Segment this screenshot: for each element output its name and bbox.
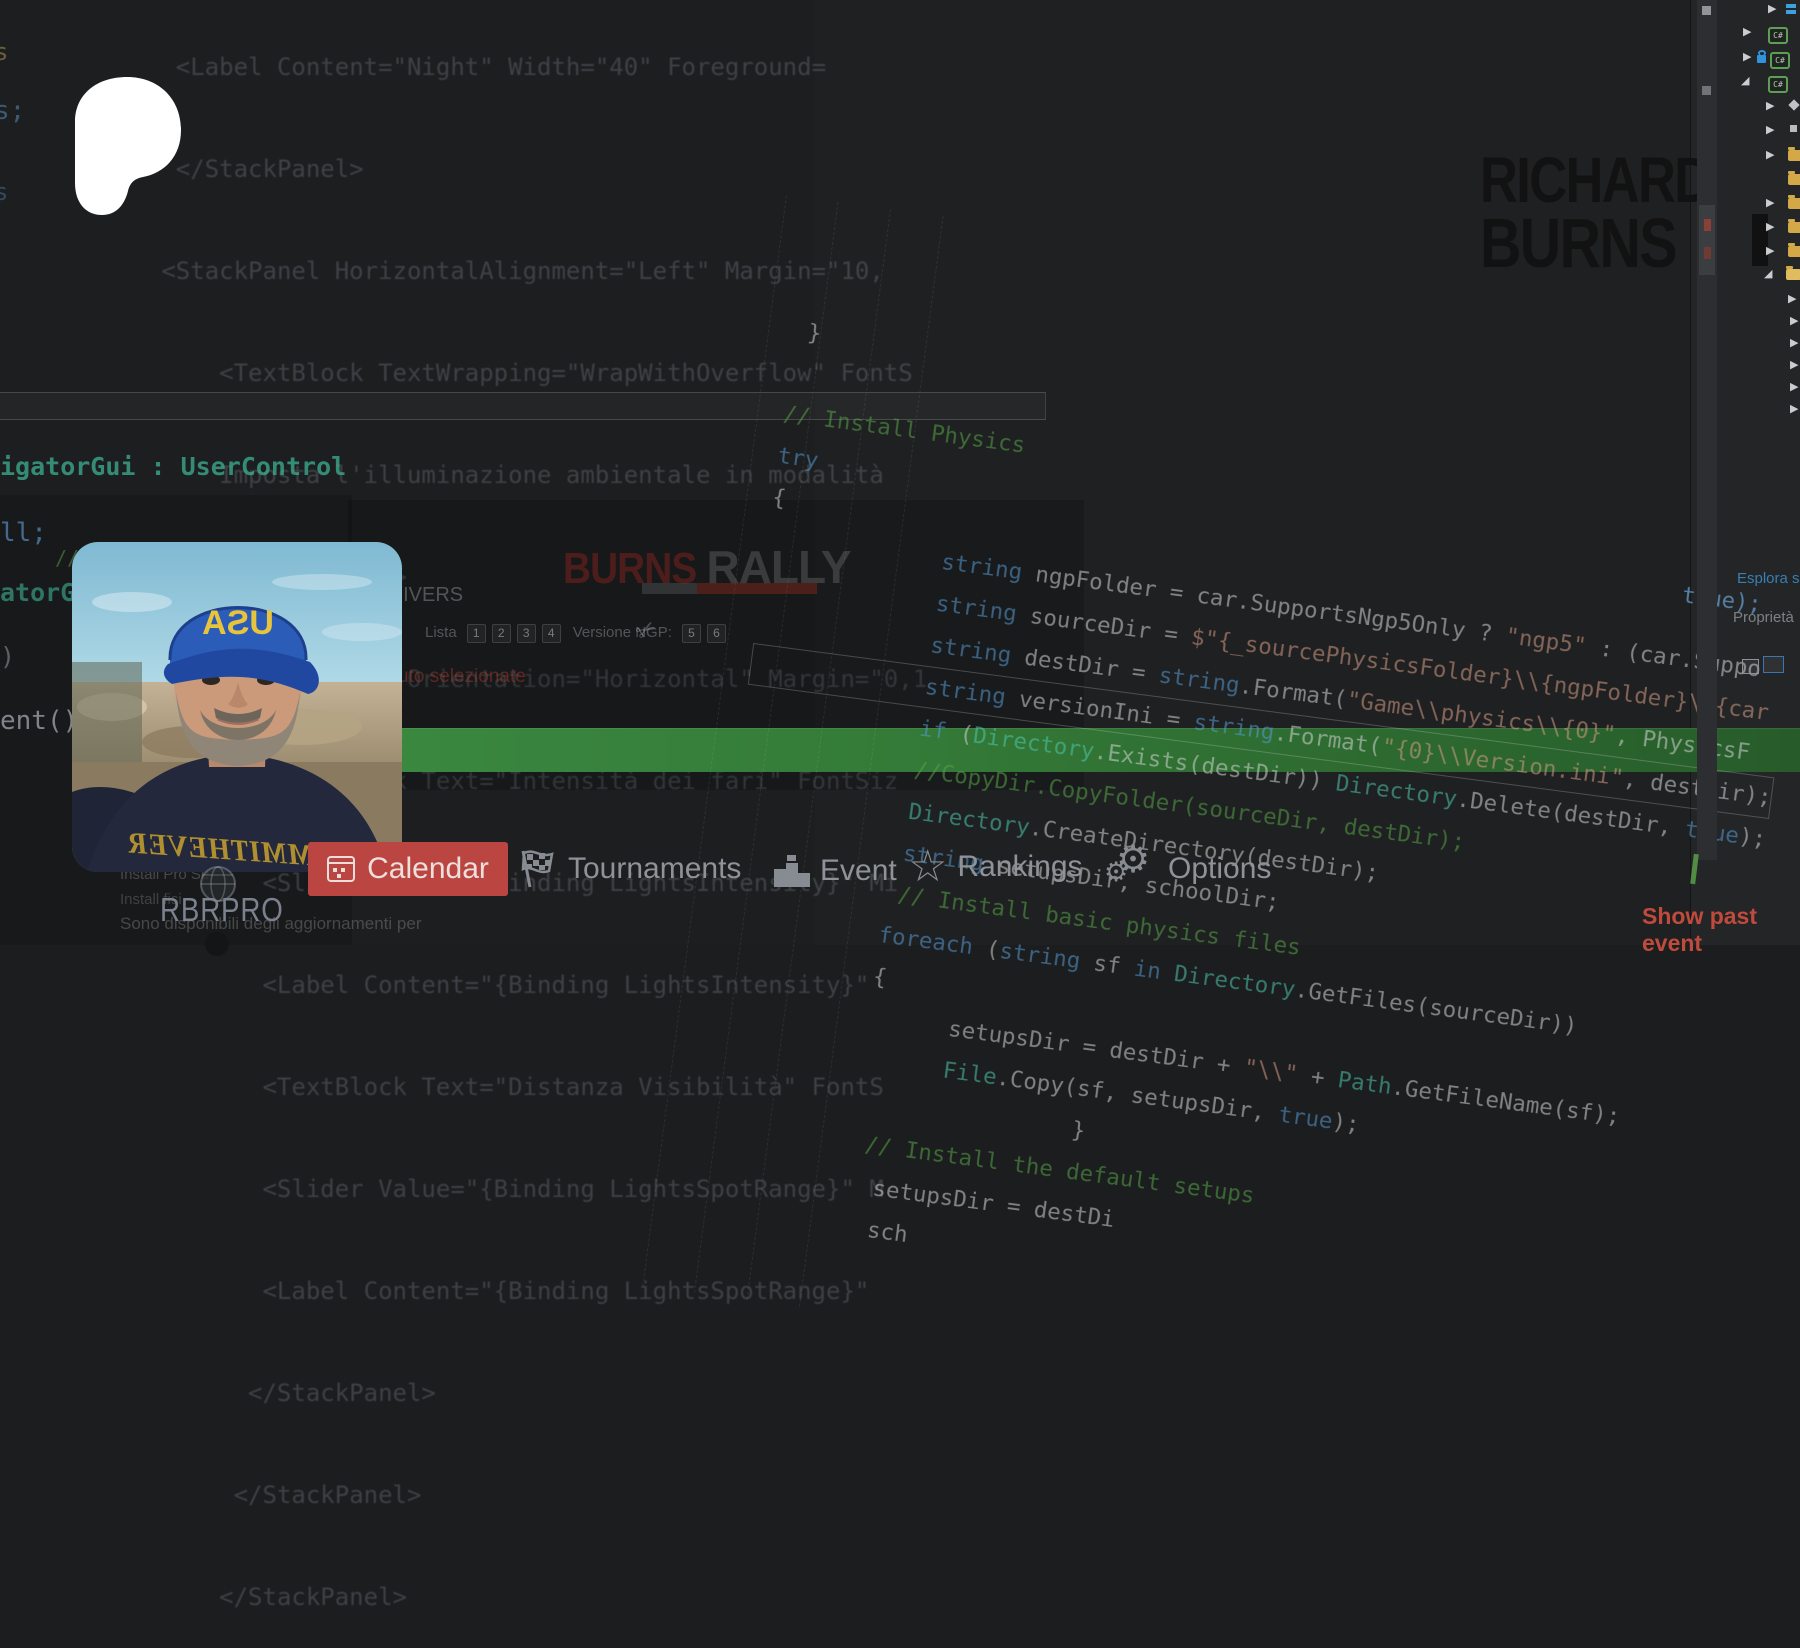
class-declaration-fragment: igatorGui : UserControl (0, 452, 346, 481)
legacy-version-chip: 6 (707, 624, 726, 643)
tree-expander-icon: ▶ (1790, 402, 1798, 415)
tree-expander-icon: ▶ (1790, 380, 1798, 393)
cap-text: USA (202, 604, 274, 642)
scrollbar-error-mark (1704, 219, 1711, 231)
legacy-page-chip: 4 (542, 624, 561, 643)
checkered-flag-icon (516, 847, 558, 891)
tree-expander-icon: ◢ (1764, 267, 1772, 280)
folder-icon (1788, 198, 1800, 209)
patreon-logo[interactable] (70, 73, 185, 218)
tree-expander-icon: ▶ (1766, 99, 1774, 112)
legacy-page-chip: 3 (517, 624, 536, 643)
tree-expander-icon: ▶ (1766, 244, 1774, 257)
nav-item-label: Tournaments (568, 852, 741, 886)
scrollbar-thumb (1699, 205, 1715, 275)
properties-grid-icon-selected (1763, 656, 1784, 673)
csharp-file-icon: C# (1768, 27, 1788, 44)
csharp-file-icon: C# (1770, 52, 1790, 69)
code-fragment: ) (0, 642, 15, 671)
folder-open-icon (1786, 269, 1800, 280)
code-line: <Label Content="Night" Width="40" Foregr… (118, 50, 878, 84)
tab-properties: Proprietà (1733, 609, 1794, 626)
nav-item-options[interactable]: ⚙ ⚙ Options (1106, 843, 1271, 895)
folder-icon (1788, 246, 1800, 257)
vs-scrollbar-strip (1697, 0, 1717, 860)
code-fragment: s; (0, 96, 25, 126)
folder-icon (1788, 150, 1800, 161)
square-icon (1790, 125, 1797, 132)
tree-expander-icon: ▶ (1790, 314, 1798, 327)
lock-icon (1757, 55, 1766, 63)
code-fragment: s (0, 178, 8, 206)
legacy-page-chip: 1 (467, 624, 486, 643)
star-icon: ☆ (908, 845, 947, 889)
avatar-illustration: USA DIMMITHEVER (72, 542, 402, 872)
nav-item-label: Options (1168, 852, 1271, 886)
tree-expander-icon: ▶ (1790, 358, 1798, 371)
tree-expander-icon: ▶ (1790, 336, 1798, 349)
scrollbar-mark (1702, 6, 1711, 15)
code-line: </StackPanel> (118, 152, 878, 186)
tree-expander-icon: ▶ (1766, 123, 1774, 136)
legacy-avatar-dot (205, 932, 229, 956)
tree-expander-icon: ▶ (1766, 196, 1774, 209)
page: { "brand": { "line1": "RICHARD", "line2"… (0, 0, 1800, 945)
code-fragment: s (0, 38, 8, 66)
code-line: <StackPanel HorizontalAlignment="Left" M… (118, 254, 878, 288)
profile-name: RBRPRO (160, 891, 284, 929)
tree-expander-icon: ◢ (1741, 74, 1749, 87)
scrollbar-error-mark (1704, 247, 1711, 259)
csharp-file-icon: C# (1768, 76, 1788, 93)
tree-expander-icon: ▶ (1788, 292, 1796, 305)
legacy-auto-selected-text: uto selezionate (398, 666, 526, 688)
podium-icon (774, 855, 810, 887)
nav-item-label: Rankings (957, 850, 1082, 884)
nav-item-label: Calendar (367, 852, 489, 886)
tree-expander-icon: ▶ (1768, 2, 1776, 15)
tree-expander-icon: ▶ (1766, 148, 1774, 161)
legacy-version-chip: 5 (682, 624, 701, 643)
legacy-logo-underline-gray (642, 583, 697, 594)
gear-glyph-small: ⚙ (1104, 857, 1128, 888)
legacy-lista-label: Lista (425, 624, 457, 641)
blue-file-icon (1786, 4, 1796, 8)
tree-expander-icon: ▶ (1743, 25, 1751, 38)
nav-item-event[interactable]: Event (774, 845, 897, 897)
legacy-page-chip: 2 (492, 624, 511, 643)
nav-item-calendar[interactable]: Calendar (308, 842, 508, 896)
code-fragment: ll; (0, 518, 47, 548)
profile-avatar[interactable]: USA DIMMITHEVER (72, 542, 402, 872)
folder-icon (1788, 222, 1800, 233)
folder-icon (1788, 174, 1800, 185)
legacy-list-row: Lista1234Versione NGP:56 (425, 624, 732, 643)
calendar-icon (327, 856, 355, 882)
tab-solution-explorer: Esplora so (1737, 570, 1800, 587)
scrollbar-mark (1702, 86, 1711, 95)
code-line: </StackPanel> (118, 1478, 878, 1512)
show-past-event-link[interactable]: Show past event (1642, 903, 1800, 957)
gears-icon: ⚙ ⚙ (1106, 845, 1158, 893)
nav-item-rankings[interactable]: ☆ Rankings (908, 841, 1083, 893)
nav-item-label: Event (820, 854, 897, 888)
properties-grid-icon (1742, 659, 1759, 674)
nav-item-tournaments[interactable]: Tournaments (516, 843, 741, 895)
code-line: </StackPanel> (118, 1580, 878, 1614)
tree-expander-icon: ▶ (1766, 220, 1774, 233)
patreon-logo-shape (70, 73, 185, 218)
tree-expander-icon: ▶ (1743, 50, 1751, 63)
